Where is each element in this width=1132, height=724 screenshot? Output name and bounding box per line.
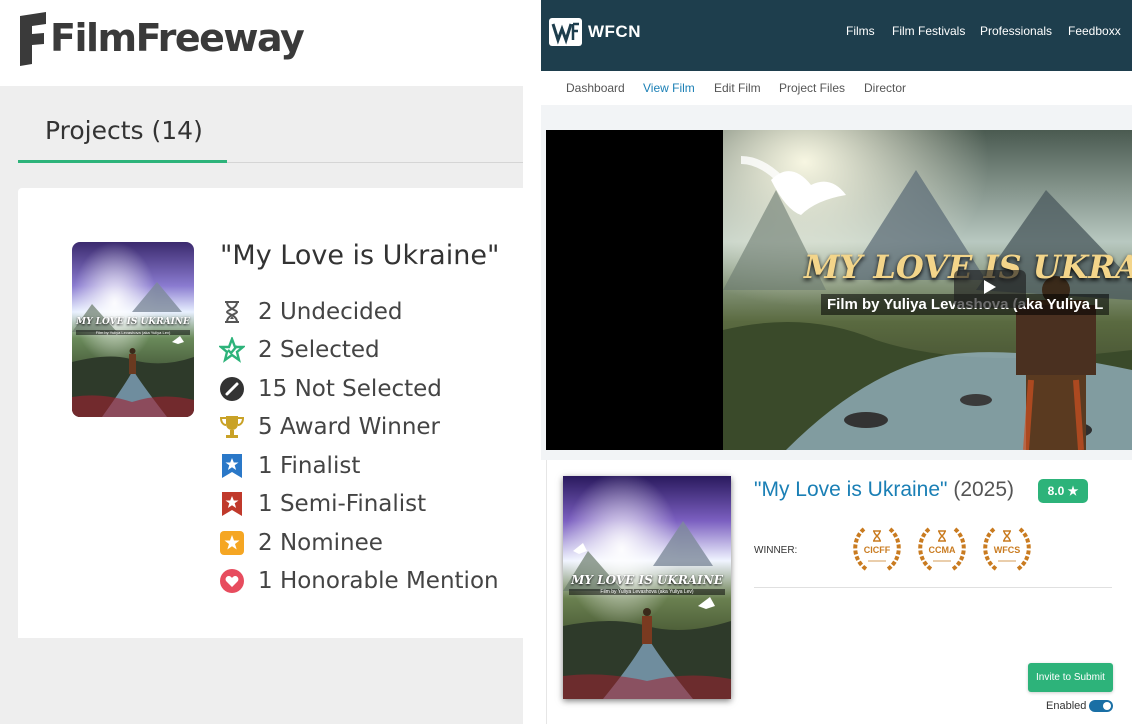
subnav-project-files[interactable]: Project Files (779, 81, 845, 95)
screen: FilmFreeway Projects (14) MY LOVE IS UKR… (0, 0, 1132, 724)
status-semi-finalist[interactable]: 1 Semi-Finalist (218, 489, 426, 519)
film-title-link[interactable]: "My Love is Ukraine" (754, 478, 947, 501)
tab-projects-label: Projects (14) (45, 116, 203, 145)
subnav-edit-film[interactable]: Edit Film (714, 81, 761, 95)
nav-professionals[interactable]: Professionals (980, 24, 1052, 38)
project-card: MY LOVE IS UKRAINE Film by Yuliya Levash… (18, 188, 523, 638)
finalist-ribbon-icon (218, 452, 246, 480)
laurel-label: CICFF (863, 545, 891, 555)
status-finalist[interactable]: 1 Finalist (218, 451, 360, 481)
status-honorable-mention[interactable]: 1 Honorable Mention (218, 566, 499, 596)
wfcn-panel: WFCN Films Film Festivals Professionals … (541, 0, 1132, 724)
wfcn-navbar: WFCN Films Film Festivals Professionals … (541, 0, 1132, 71)
status-not-selected[interactable]: 15 Not Selected (218, 374, 442, 404)
not-selected-icon (218, 375, 246, 403)
filmfreeway-panel: FilmFreeway Projects (14) MY LOVE IS UKR… (0, 0, 540, 724)
laurel-wfcs[interactable]: WFCS (980, 523, 1034, 575)
toggle-knob (1103, 702, 1111, 710)
wfcn-logo-mark-icon (549, 18, 582, 46)
poster-title: MY LOVE IS UKRAINE (571, 573, 723, 587)
filmfreeway-logo-mark-icon (18, 12, 48, 66)
filmfreeway-logo-text: FilmFreeway (50, 16, 305, 60)
laurel-cicff[interactable]: CICFF (850, 523, 904, 575)
winner-label: WINNER: (754, 545, 798, 556)
selected-star-icon (218, 336, 246, 364)
enabled-label: Enabled (1046, 700, 1087, 712)
play-icon (983, 279, 997, 300)
status-label: 1 Semi-Finalist (258, 491, 427, 517)
invite-to-submit-button[interactable]: Invite to Submit (1028, 663, 1113, 692)
status-label: 2 Nominee (258, 530, 383, 556)
status-undecided[interactable]: 2 Undecided (218, 297, 403, 327)
subnav-director[interactable]: Director (864, 81, 906, 95)
play-button[interactable] (954, 270, 1026, 308)
wfcn-logo-text: WFCN (588, 22, 641, 41)
poster-title: MY LOVE IS UKRAINE (76, 317, 190, 327)
poster-credit: Film by Yuliya Levashova (aka Yuliya Lev… (76, 330, 190, 335)
film-poster[interactable]: MY LOVE IS UKRAINE Film by Yuliya Levash… (563, 476, 731, 699)
status-label: 1 Honorable Mention (258, 568, 499, 594)
hourglass-icon (218, 298, 246, 326)
nav-feedboxx[interactable]: Feedboxx (1068, 24, 1121, 38)
divider (754, 587, 1112, 588)
rating-badge: 8.0 ★ (1038, 479, 1088, 503)
film-subnav: Dashboard View Film Edit Film Project Fi… (541, 71, 1132, 105)
status-label: 1 Finalist (258, 453, 361, 479)
poster-credit: Film by Yuliya Levashova (aka Yuliya Lev… (569, 589, 725, 595)
heart-icon (218, 567, 246, 595)
nav-films[interactable]: Films (846, 24, 875, 38)
status-label: 2 Selected (258, 337, 380, 363)
nominee-star-icon (218, 529, 246, 557)
status-label: 15 Not Selected (258, 376, 442, 402)
status-award-winner[interactable]: 5 Award Winner (218, 412, 440, 442)
project-title[interactable]: "My Love is Ukraine" (220, 240, 499, 271)
enabled-toggle[interactable] (1089, 700, 1113, 712)
film-title-heading: "My Love is Ukraine" (2025) (754, 478, 1014, 502)
status-label: 5 Award Winner (258, 414, 441, 440)
status-nominee[interactable]: 2 Nominee (218, 528, 383, 558)
status-selected[interactable]: 2 Selected (218, 335, 380, 365)
filmfreeway-logo[interactable]: FilmFreeway (18, 10, 305, 66)
semifinalist-ribbon-icon (218, 490, 246, 518)
filmfreeway-header: FilmFreeway (0, 0, 540, 86)
projects-tabbar: Projects (14) (18, 100, 523, 163)
laurel-label: CCMA (928, 545, 956, 555)
tab-projects[interactable]: Projects (14) (18, 100, 227, 163)
video-player[interactable]: MY LOVE IS UKRAIN Film by Yuliya Levasho… (546, 130, 1132, 450)
laurel-label: WFCS (993, 545, 1021, 555)
trophy-icon (218, 413, 246, 441)
laurel-ccma[interactable]: CCMA (915, 523, 969, 575)
film-year: (2025) (953, 478, 1015, 501)
status-label: 2 Undecided (258, 299, 403, 325)
nav-film-festivals[interactable]: Film Festivals (892, 24, 965, 38)
project-poster[interactable]: MY LOVE IS UKRAINE Film by Yuliya Levash… (72, 242, 194, 417)
wfcn-logo[interactable]: WFCN (549, 18, 641, 46)
subnav-dashboard[interactable]: Dashboard (566, 81, 625, 95)
subnav-view-film[interactable]: View Film (643, 81, 695, 95)
